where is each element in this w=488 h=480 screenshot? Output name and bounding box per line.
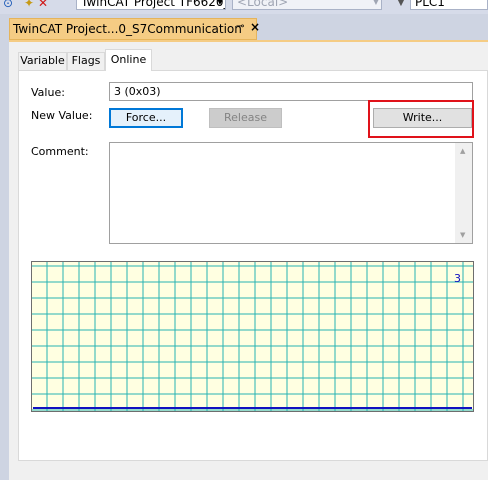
force-button-label: Force... (125, 111, 167, 124)
pin-icon[interactable]: ⊸ (236, 21, 244, 32)
write-button-label: Write... (402, 111, 443, 124)
close-icon[interactable]: × (250, 20, 260, 34)
tab-variable[interactable]: Variable (18, 52, 67, 70)
comment-scrollbar[interactable]: ▲ ▼ (455, 143, 472, 243)
value-field: 3 (0x03) (109, 82, 473, 101)
tab-flags-label: Flags (71, 54, 101, 67)
tab-variable-label: Variable (20, 54, 65, 67)
plc-combo[interactable]: PLC1 (410, 0, 488, 10)
login-icon[interactable]: ✦ (22, 0, 36, 10)
release-button-label: Release (224, 111, 267, 124)
tab-online[interactable]: Online (105, 49, 152, 71)
chevron-down-icon: ▼ (372, 0, 379, 6)
online-icon[interactable]: ⊙ (1, 0, 15, 10)
tab-online-label: Online (110, 53, 147, 66)
release-button[interactable]: Release (209, 108, 282, 128)
target-combo-value: <Local> (237, 0, 289, 9)
comment-textarea[interactable]: ▲ ▼ (109, 142, 473, 244)
tab-flags[interactable]: Flags (67, 52, 105, 70)
document-tab[interactable]: TwinCAT Project...0_S7Communication ⊸ × (9, 18, 260, 40)
chevron-down-icon: ▼ (216, 0, 223, 6)
write-button[interactable]: Write... (373, 108, 472, 128)
target-combo[interactable]: <Local> ▼ (232, 0, 382, 10)
value-label: Value: (31, 86, 65, 99)
force-button[interactable]: Force... (109, 108, 183, 128)
target-dropdown-icon[interactable]: ▼ (394, 0, 408, 10)
toolbar: ⊙ ✦ ✕ TwinCAT Project TF6620_ ▼ <Local> … (0, 0, 488, 14)
status-area (9, 461, 488, 480)
scroll-up-icon[interactable]: ▲ (460, 147, 465, 155)
project-combo[interactable]: TwinCAT Project TF6620_ ▼ (76, 0, 226, 10)
comment-label: Comment: (31, 145, 89, 158)
scroll-down-icon[interactable]: ▼ (460, 231, 465, 239)
value-chart: 3 (31, 261, 474, 412)
logout-icon[interactable]: ✕ (36, 0, 50, 10)
document-tab-title: TwinCAT Project...0_S7Communication (13, 22, 242, 36)
value-text: 3 (0x03) (114, 85, 161, 98)
chart-current-value: 3 (454, 272, 461, 285)
plc-combo-value: PLC1 (415, 0, 445, 9)
new-value-label: New Value: (31, 109, 93, 122)
chart-plot (32, 262, 473, 411)
project-combo-value: TwinCAT Project TF6620_ (81, 0, 226, 9)
